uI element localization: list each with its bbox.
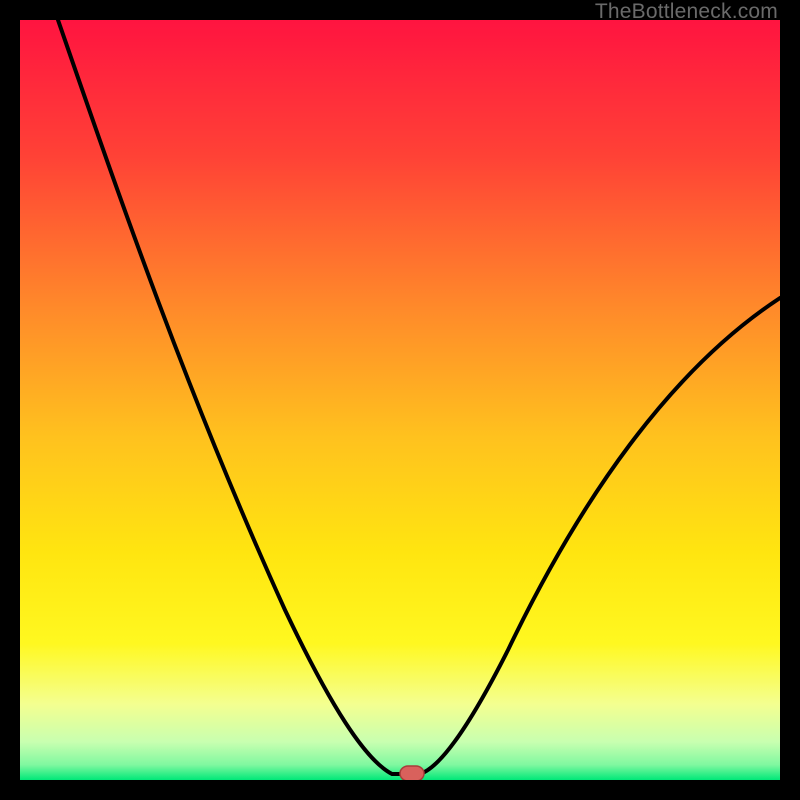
minimum-marker (400, 766, 424, 780)
plot-area (20, 20, 780, 780)
watermark-text: TheBottleneck.com (595, 0, 778, 24)
chart-svg (20, 20, 780, 780)
chart-frame: TheBottleneck.com (0, 0, 800, 800)
